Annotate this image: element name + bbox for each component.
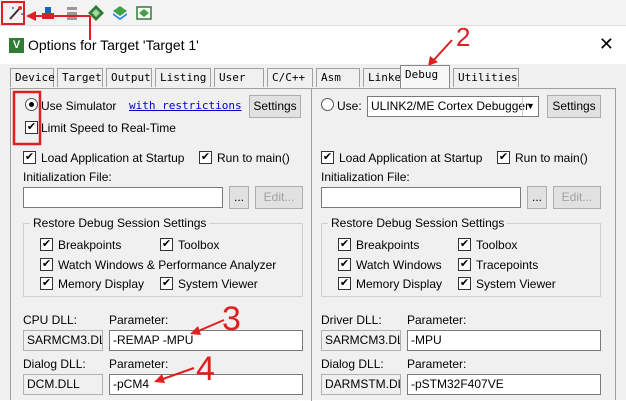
right-run-to-main-label: Run to main() xyxy=(515,151,588,165)
with-restrictions-link[interactable]: with restrictions xyxy=(129,99,242,112)
right-system-viewer-checkbox[interactable]: ✔ xyxy=(458,277,471,290)
right-dialog-param-label: Parameter: xyxy=(407,357,467,371)
right-init-file-label: Initialization File: xyxy=(321,170,410,184)
right-load-app-label: Load Application at Startup xyxy=(339,151,483,165)
load-app-checkbox[interactable]: ✔ xyxy=(23,151,36,164)
driver-param-input[interactable]: -MPU xyxy=(407,330,601,351)
system-viewer-checkbox[interactable]: ✔ xyxy=(160,277,173,290)
tab-debug[interactable]: Debug xyxy=(400,65,450,88)
right-breakpoints-label: Breakpoints xyxy=(356,238,420,252)
tab-output[interactable]: Output xyxy=(106,68,152,87)
environment-icon[interactable] xyxy=(134,3,154,23)
right-restore-settings-group: Restore Debug Session Settings ✔ Breakpo… xyxy=(321,216,601,297)
cpu-param-label: Parameter: xyxy=(109,313,169,327)
use-debugger-radio[interactable] xyxy=(321,98,334,111)
use-simulator-radio[interactable] xyxy=(25,98,38,111)
dialog-dll-field: DCM.DLL xyxy=(23,374,103,395)
toolbox-label: Toolbox xyxy=(178,238,220,252)
memory-display-label: Memory Display xyxy=(58,277,145,291)
load-icon[interactable] xyxy=(38,3,58,23)
simulator-settings-button[interactable]: Settings xyxy=(249,95,301,118)
breakpoints-checkbox[interactable]: ✔ xyxy=(40,238,53,251)
init-file-label: Initialization File: xyxy=(23,170,112,184)
diamond-icon[interactable] xyxy=(86,3,106,23)
driver-param-label: Parameter: xyxy=(407,313,467,327)
right-init-file-browse-button[interactable]: ... xyxy=(527,186,547,209)
right-breakpoints-checkbox[interactable]: ✔ xyxy=(338,238,351,251)
init-file-edit-button[interactable]: Edit... xyxy=(255,186,303,209)
close-icon[interactable]: ✕ xyxy=(599,34,614,55)
tab-user[interactable]: User xyxy=(214,68,264,87)
stack-icon[interactable] xyxy=(62,3,82,23)
cpu-dll-field: SARMCM3.DLL xyxy=(23,330,103,351)
right-memory-display-label: Memory Display xyxy=(356,277,443,291)
right-system-viewer-label: System Viewer xyxy=(476,277,556,291)
title-bar: V Options for Target 'Target 1' ✕ xyxy=(0,26,626,64)
driver-dll-label: Driver DLL: xyxy=(321,313,382,327)
right-memory-display-checkbox[interactable]: ✔ xyxy=(338,277,351,290)
tab-asm[interactable]: Asm xyxy=(316,68,360,87)
dialog-title: Options for Target 'Target 1' xyxy=(28,37,199,53)
toolbox-checkbox[interactable]: ✔ xyxy=(160,238,173,251)
options-dialog: V Options for Target 'Target 1' ✕ Device… xyxy=(0,26,626,401)
run-to-main-label: Run to main() xyxy=(217,151,290,165)
packs-icon[interactable] xyxy=(110,3,130,23)
right-watch-windows-checkbox[interactable]: ✔ xyxy=(338,258,351,271)
debugger-select-value: ULINK2/ME Cortex Debugger xyxy=(371,99,530,113)
right-init-file-input[interactable] xyxy=(321,187,521,208)
init-file-browse-button[interactable]: ... xyxy=(229,186,249,209)
right-dialog-dll-label: Dialog DLL: xyxy=(321,357,384,371)
watch-windows-checkbox[interactable]: ✔ xyxy=(40,258,53,271)
init-file-input[interactable] xyxy=(23,187,223,208)
chevron-down-icon: ▼ xyxy=(522,97,538,116)
watch-windows-label: Watch Windows & Performance Analyzer xyxy=(58,258,277,272)
right-toolbox-checkbox[interactable]: ✔ xyxy=(458,238,471,251)
restore-settings-group: Restore Debug Session Settings ✔ Breakpo… xyxy=(23,216,303,297)
tab-target[interactable]: Target xyxy=(57,68,103,87)
right-toolbox-label: Toolbox xyxy=(476,238,518,252)
tab-device[interactable]: Device xyxy=(10,68,55,87)
right-tracepoints-label: Tracepoints xyxy=(476,258,539,272)
tab-utilities[interactable]: Utilities xyxy=(453,68,519,87)
system-viewer-label: System Viewer xyxy=(178,277,258,291)
debugger-select[interactable]: ULINK2/ME Cortex Debugger ▼ xyxy=(367,96,539,117)
debug-panel: Use Simulator with restrictions Settings… xyxy=(10,88,616,401)
load-app-label: Load Application at Startup xyxy=(41,151,185,165)
toolbar xyxy=(0,0,626,26)
right-dialog-dll-field: DARMSTM.DLL xyxy=(321,374,401,395)
right-load-app-checkbox[interactable]: ✔ xyxy=(321,151,334,164)
memory-display-checkbox[interactable]: ✔ xyxy=(40,277,53,290)
use-label: Use: xyxy=(337,99,362,113)
cpu-dll-label: CPU DLL: xyxy=(23,313,78,327)
right-run-to-main-checkbox[interactable]: ✔ xyxy=(497,151,510,164)
debugger-settings-button[interactable]: Settings xyxy=(547,95,601,118)
cpu-param-input[interactable]: -REMAP -MPU xyxy=(109,330,303,351)
keil-app-icon: V xyxy=(9,38,24,53)
column-divider xyxy=(311,89,312,401)
tab-listing[interactable]: Listing xyxy=(155,68,211,87)
right-restore-settings-title: Restore Debug Session Settings xyxy=(328,216,508,230)
use-simulator-label: Use Simulator xyxy=(41,99,117,113)
breakpoints-label: Breakpoints xyxy=(58,238,122,252)
limit-speed-checkbox[interactable]: ✔ xyxy=(25,121,38,134)
dialog-dll-label: Dialog DLL: xyxy=(23,357,86,371)
right-dialog-param-input[interactable]: -pSTM32F407VE xyxy=(407,374,601,395)
tab-c-cpp[interactable]: C/C++ xyxy=(267,68,313,87)
run-to-main-checkbox[interactable]: ✔ xyxy=(199,151,212,164)
right-init-file-edit-button[interactable]: Edit... xyxy=(553,186,601,209)
driver-dll-field: SARMCM3.DLL xyxy=(321,330,401,351)
dialog-param-label: Parameter: xyxy=(109,357,169,371)
right-tracepoints-checkbox[interactable]: ✔ xyxy=(458,258,471,271)
magic-wand-icon[interactable] xyxy=(6,3,26,23)
limit-speed-label: Limit Speed to Real-Time xyxy=(41,121,176,135)
dialog-param-input[interactable]: -pCM4 xyxy=(109,374,303,395)
right-watch-windows-label: Watch Windows xyxy=(356,258,442,272)
restore-settings-title: Restore Debug Session Settings xyxy=(30,216,210,230)
